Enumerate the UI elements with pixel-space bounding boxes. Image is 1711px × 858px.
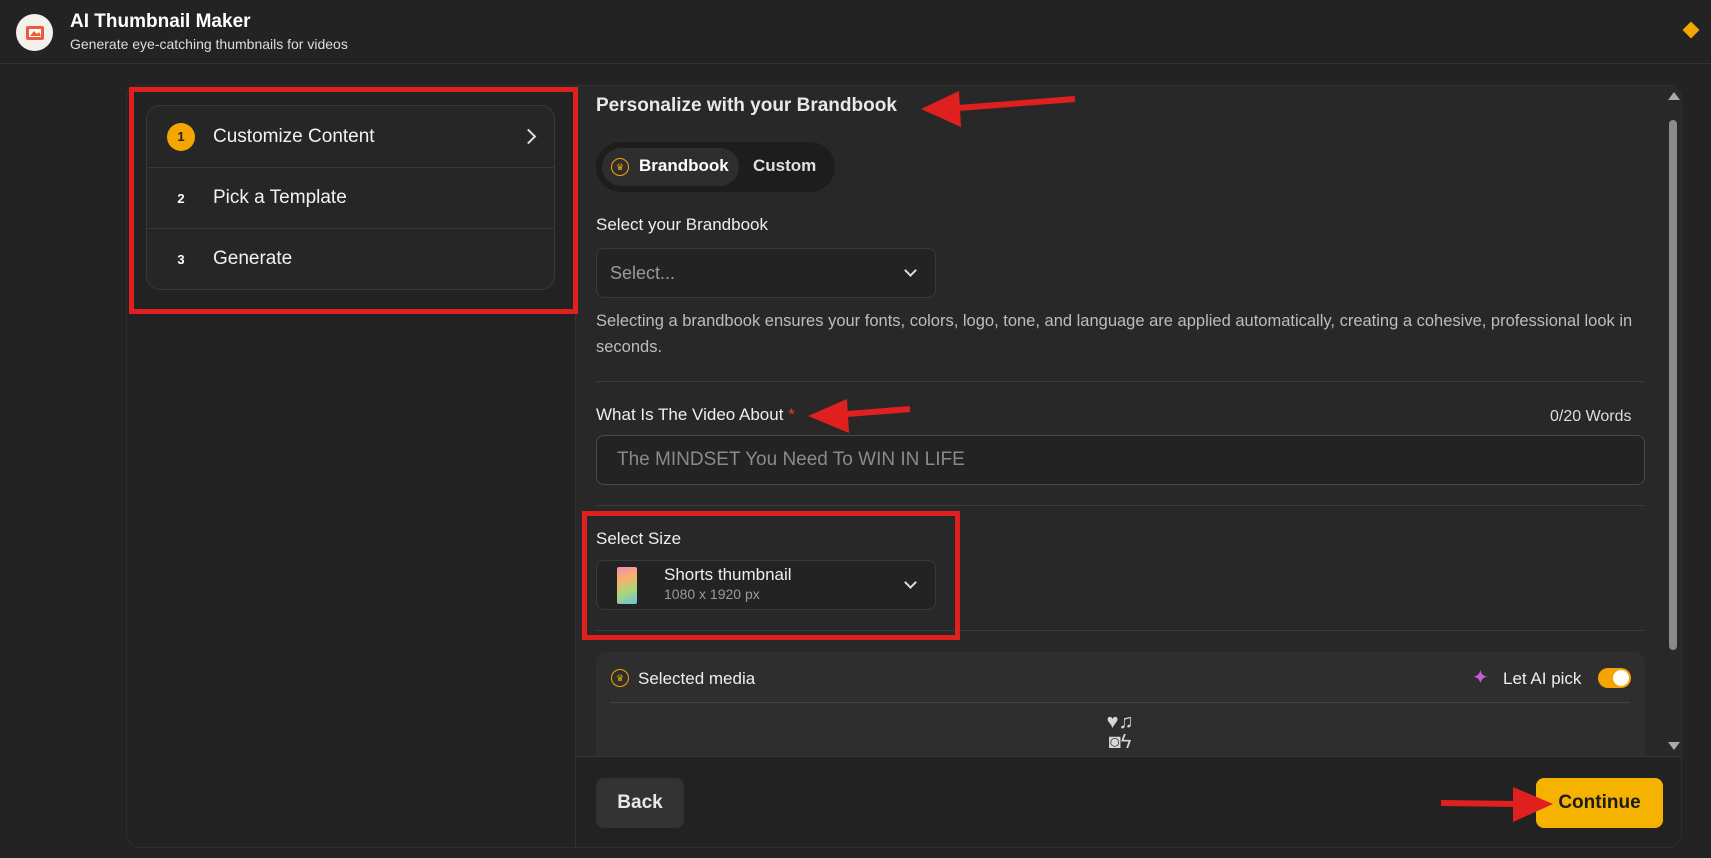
divider (596, 630, 1644, 631)
selected-media-card: ♛ Selected media ✦ Let AI pick ♥♫ ◙ϟ (596, 652, 1645, 756)
word-counter: 0/20 Words (1550, 408, 1632, 425)
let-ai-pick-label: Let AI pick (1503, 669, 1582, 688)
brandbook-mode-toggle: ♛ Brandbook Custom (596, 142, 835, 192)
video-about-label-text: What Is The Video About (596, 405, 784, 424)
back-button[interactable]: Back (596, 778, 684, 828)
footer-divider (576, 756, 1681, 757)
size-name: Shorts thumbnail (664, 565, 792, 584)
required-mark: * (788, 405, 795, 424)
video-about-label: What Is The Video About * (596, 405, 795, 425)
divider (596, 505, 1644, 506)
chevron-right-icon (520, 128, 537, 145)
scroll-down-arrow[interactable] (1668, 742, 1680, 750)
step-customize-content[interactable]: 1 Customize Content (147, 106, 554, 167)
divider (610, 702, 1630, 703)
brandbook-badge-icon: ♛ (611, 669, 629, 687)
step-label: Pick a Template (213, 187, 347, 208)
step-number-badge: 1 (167, 122, 195, 151)
chevron-down-icon (904, 264, 917, 277)
size-select[interactable]: Shorts thumbnail 1080 x 1920 px (596, 560, 936, 610)
brandbook-select[interactable]: Select... (596, 248, 936, 298)
size-thumbnail-preview (617, 567, 637, 604)
credits-diamond-icon[interactable] (1682, 21, 1700, 39)
selected-media-label: Selected media (638, 669, 756, 688)
brandbook-select-placeholder: Select... (610, 263, 676, 283)
brandbook-section-title: Personalize with your Brandbook (596, 95, 897, 116)
size-select-label: Select Size (596, 529, 682, 548)
app-subtitle: Generate eye-catching thumbnails for vid… (70, 36, 348, 52)
panel-divider (575, 85, 576, 848)
video-about-input[interactable] (596, 435, 1645, 485)
step-label: Generate (213, 248, 293, 269)
step-generate[interactable]: 3 Generate (147, 228, 554, 289)
brandbook-select-label: Select your Brandbook (596, 215, 768, 234)
size-dimensions: 1080 x 1920 px (664, 586, 760, 602)
app-header: AI Thumbnail Maker Generate eye-catching… (0, 0, 1711, 64)
brandbook-badge-icon: ♛ (611, 158, 629, 176)
chevron-down-icon (904, 576, 917, 589)
let-ai-pick-toggle[interactable] (1598, 668, 1631, 688)
continue-button[interactable]: Continue (1536, 778, 1663, 828)
app-title: AI Thumbnail Maker (70, 11, 251, 32)
step-label: Customize Content (213, 125, 375, 147)
tab-brandbook-label[interactable]: Brandbook (639, 156, 729, 176)
steps-list: 1 Customize Content 2 Pick a Template 3 … (146, 105, 555, 290)
brandbook-help-text: Selecting a brandbook ensures your fonts… (596, 312, 1633, 356)
step-number-badge: 2 (177, 190, 185, 206)
step-pick-template[interactable]: 2 Pick a Template (147, 167, 554, 228)
toggle-knob (1613, 670, 1629, 686)
divider (596, 381, 1644, 382)
sparkle-icon: ✦ (1472, 667, 1489, 689)
scroll-up-arrow[interactable] (1668, 92, 1680, 100)
media-types-icon: ♥♫ ◙ϟ (1106, 711, 1134, 753)
tab-custom[interactable]: Custom (753, 156, 816, 176)
scrollbar-thumb[interactable] (1669, 120, 1677, 650)
step-number-badge: 3 (177, 251, 185, 267)
logo-icon (16, 14, 53, 51)
